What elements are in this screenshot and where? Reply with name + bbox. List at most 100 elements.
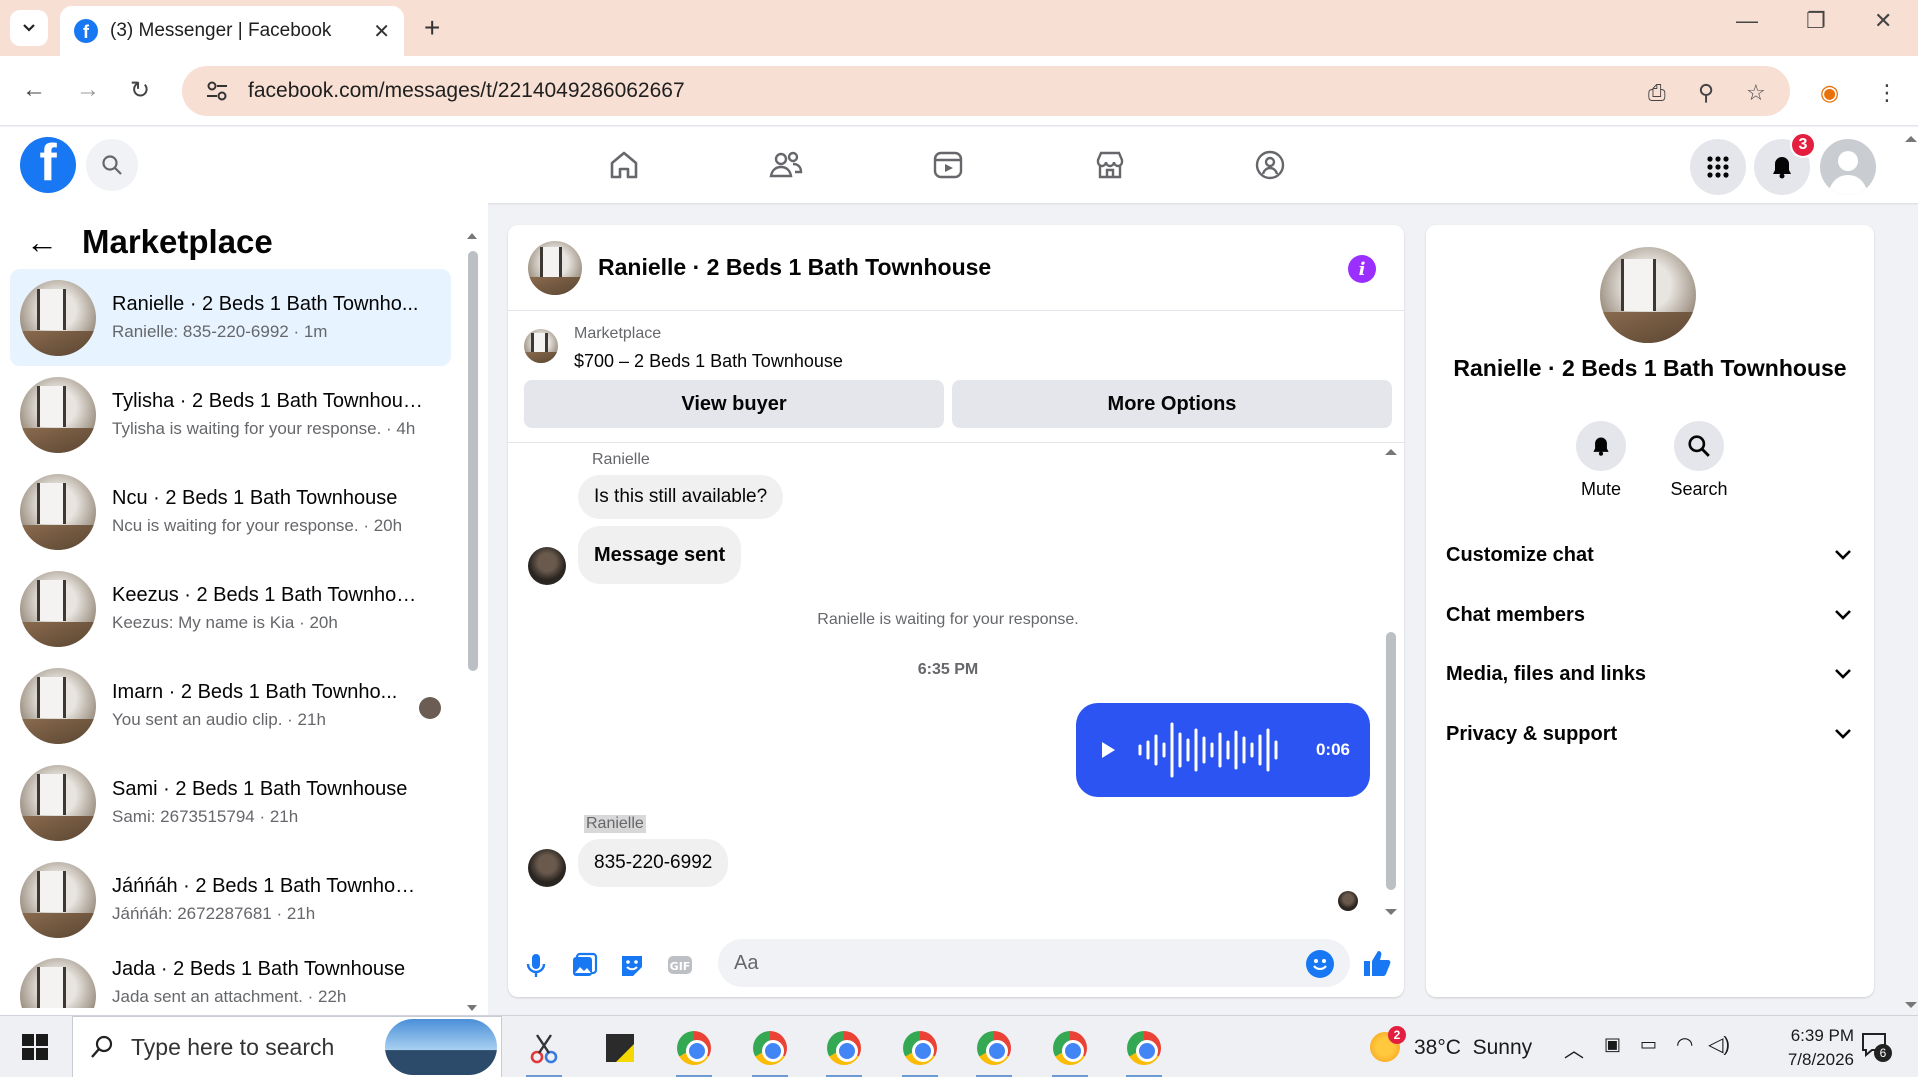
conversation-item[interactable]: Jada · 2 Beds 1 Bath Townhouse Jada sent …	[10, 948, 451, 1008]
profile-icon[interactable]: ◉	[1820, 80, 1839, 106]
photo-icon[interactable]	[570, 951, 598, 979]
privacy-support-section[interactable]: Privacy & support	[1446, 712, 1856, 756]
chrome-window[interactable]	[972, 1026, 1016, 1077]
emoji-icon[interactable]	[1306, 950, 1334, 978]
chat-avatar[interactable]	[528, 240, 582, 295]
volume-icon[interactable]: ◁)	[1708, 1032, 1730, 1057]
scroll-up-icon[interactable]	[1384, 447, 1398, 457]
more-options-button[interactable]: More Options	[952, 380, 1392, 428]
info-icon[interactable]: i	[1348, 255, 1376, 283]
chat-scrollbar[interactable]	[1384, 447, 1398, 917]
scroll-down-icon[interactable]	[466, 1003, 478, 1013]
weather-text[interactable]: 38°C Sunny	[1414, 1036, 1532, 1060]
mute-button[interactable]: Mute	[1556, 421, 1646, 500]
chrome-window[interactable]	[748, 1026, 792, 1077]
scrollbar-thumb[interactable]	[468, 251, 478, 671]
chat-title[interactable]: Ranielle · 2 Beds 1 Bath Townhouse	[598, 254, 991, 281]
notification-count: 6	[1874, 1044, 1892, 1062]
play-icon[interactable]	[1098, 740, 1118, 760]
message-input[interactable]	[718, 939, 1350, 987]
back-button[interactable]: ←	[22, 76, 46, 104]
sender-avatar[interactable]	[528, 547, 566, 585]
install-app-icon[interactable]: ⎙	[1648, 80, 1666, 106]
sticky-notes-app[interactable]	[598, 1026, 642, 1070]
system-clock[interactable]: 6:39 PM 7/8/2026	[1736, 1024, 1854, 1072]
view-buyer-button[interactable]: View buyer	[524, 380, 944, 428]
conversation-item[interactable]: Ranielle · 2 Beds 1 Bath Townho... Raniel…	[10, 269, 451, 366]
conversation-list-scrollbar[interactable]	[466, 231, 478, 1011]
page-scrollbar[interactable]	[1904, 130, 1918, 1015]
customize-chat-section[interactable]: Customize chat	[1446, 533, 1856, 577]
chat-members-section[interactable]: Chat members	[1446, 593, 1856, 637]
forward-button[interactable]: →	[76, 76, 100, 104]
chrome-window[interactable]	[672, 1026, 716, 1077]
browser-tab[interactable]: f (3) Messenger | Facebook ✕	[60, 6, 404, 56]
wifi-icon[interactable]: ◠	[1676, 1032, 1693, 1057]
battery-icon[interactable]: ▭	[1640, 1034, 1657, 1055]
conversation-item[interactable]: Keezus · 2 Beds 1 Bath Townhouse Keezus: …	[10, 560, 451, 657]
bell-icon	[1593, 437, 1609, 456]
incoming-message[interactable]: Is this still available?	[578, 475, 784, 519]
nav-groups[interactable]	[1250, 145, 1290, 185]
chrome-icon	[677, 1031, 711, 1065]
microphone-icon[interactable]	[522, 951, 550, 979]
scroll-up-icon[interactable]	[1904, 134, 1918, 144]
conversation-item[interactable]: Jáńńáh · 2 Beds 1 Bath Townhouse Jáńńáh: …	[10, 851, 451, 948]
zoom-icon[interactable]: ⚲	[1698, 80, 1714, 106]
nav-marketplace[interactable]	[1090, 145, 1130, 185]
new-tab-button[interactable]: +	[424, 12, 440, 44]
facebook-search-button[interactable]	[86, 139, 138, 191]
restore-button[interactable]: ❐	[1806, 8, 1826, 34]
scroll-up-icon[interactable]	[466, 231, 478, 241]
meet-now-icon[interactable]: ▣	[1604, 1034, 1621, 1055]
panel-header: ← Marketplace	[26, 223, 273, 261]
search-in-chat-button[interactable]: Search	[1654, 421, 1744, 500]
contact-avatar[interactable]	[1600, 247, 1696, 343]
minimize-button[interactable]: —	[1736, 8, 1758, 34]
media-files-links-section[interactable]: Media, files and links	[1446, 652, 1856, 696]
tab-search-dropdown[interactable]	[10, 10, 48, 46]
account-avatar[interactable]	[1820, 139, 1876, 195]
menu-button[interactable]	[1690, 139, 1746, 195]
tab-close-icon[interactable]: ✕	[373, 19, 390, 44]
snipping-tool-app[interactable]	[522, 1026, 566, 1077]
notification-center-icon[interactable]: 6	[1860, 1030, 1892, 1062]
chrome-window[interactable]	[822, 1026, 866, 1077]
sender-avatar[interactable]	[528, 849, 566, 887]
nav-watch[interactable]	[928, 145, 968, 185]
close-window-button[interactable]: ✕	[1874, 8, 1892, 34]
facebook-logo[interactable]: f	[20, 137, 76, 193]
audio-message[interactable]: 0:06	[1076, 703, 1370, 797]
conversation-item[interactable]: Imarn · 2 Beds 1 Bath Townho... You sent …	[10, 657, 451, 754]
show-hidden-icons-icon[interactable]: ︿	[1564, 1034, 1584, 1063]
sticker-icon[interactable]	[618, 951, 646, 979]
conversation-item[interactable]: Tylisha · 2 Beds 1 Bath Townhouse Tylisha…	[10, 366, 451, 463]
address-bar[interactable]: facebook.com/messages/t/2214049286062667	[182, 66, 1790, 116]
nav-home[interactable]	[604, 145, 644, 185]
taskbar-search[interactable]: Type here to search	[72, 1016, 502, 1077]
nav-friends[interactable]	[766, 145, 806, 185]
windows-taskbar: Type here to search 2 38°C Sunny ︿ ▣ ▭ ◠…	[0, 1015, 1918, 1077]
like-thumb-icon[interactable]	[1360, 947, 1392, 979]
back-arrow-icon[interactable]: ←	[26, 224, 58, 261]
conversation-list: Ranielle · 2 Beds 1 Bath Townho... Raniel…	[10, 269, 451, 1008]
conversation-name: Ncu · 2 Beds 1 Bath Townhouse	[112, 487, 398, 509]
chrome-window[interactable]	[1122, 1026, 1166, 1077]
scroll-down-icon[interactable]	[1904, 1000, 1918, 1010]
site-settings-icon[interactable]	[204, 78, 230, 104]
bookmark-star-icon[interactable]: ☆	[1746, 80, 1766, 106]
scroll-down-icon[interactable]	[1384, 907, 1398, 917]
chrome-window[interactable]	[1048, 1026, 1092, 1077]
gif-icon[interactable]: GIF	[666, 951, 694, 979]
incoming-message[interactable]: Message sent	[578, 526, 742, 584]
incoming-message[interactable]: 835-220-6992	[578, 839, 729, 887]
conversation-item[interactable]: Ncu · 2 Beds 1 Bath Townhouse Ncu is wait…	[10, 463, 451, 560]
conversation-preview: Sami: 2673515794 · 21h	[112, 807, 299, 826]
windows-start-icon[interactable]	[22, 1034, 48, 1060]
conversation-item[interactable]: Sami · 2 Beds 1 Bath Townhouse Sami: 2673…	[10, 754, 451, 851]
chrome-window[interactable]	[898, 1026, 942, 1077]
browser-menu-icon[interactable]: ⋮	[1876, 80, 1898, 106]
listing-summary[interactable]: Marketplace $700 – 2 Beds 1 Bath Townhou…	[524, 325, 843, 372]
scrollbar-thumb[interactable]	[1386, 632, 1396, 890]
reload-button[interactable]: ↻	[130, 76, 150, 105]
